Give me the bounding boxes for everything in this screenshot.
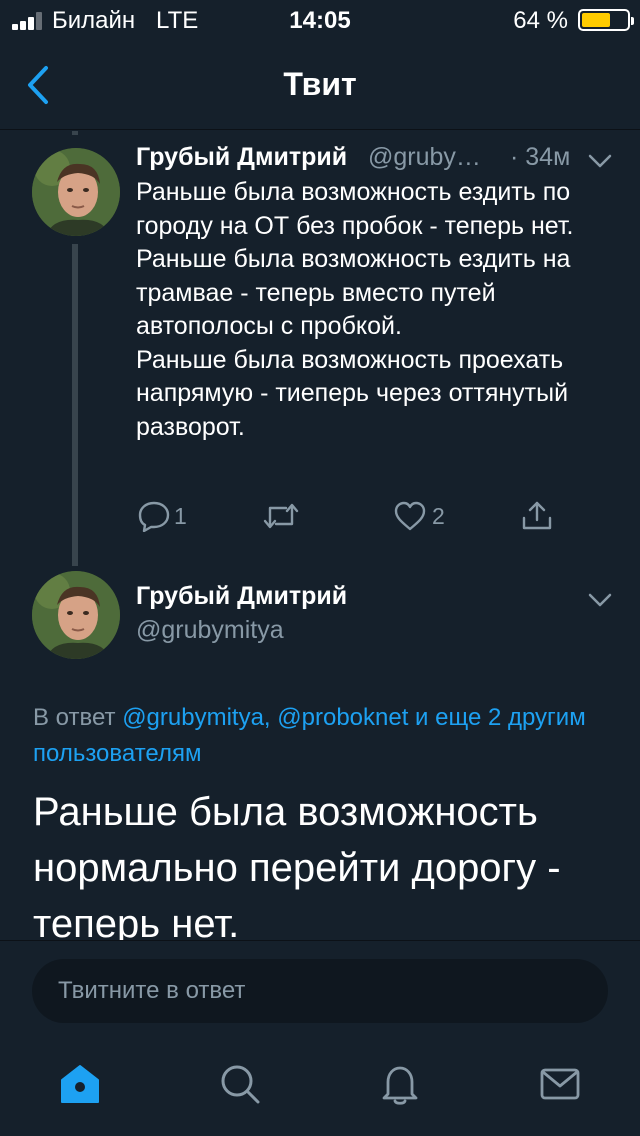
- page-title: Твит: [283, 66, 357, 102]
- battery-percent: 64 %: [513, 7, 568, 34]
- reply-count: 1: [174, 503, 187, 529]
- search-icon[interactable]: [218, 1062, 262, 1106]
- reply-icon[interactable]: [137, 500, 171, 532]
- reply-input[interactable]: [32, 959, 608, 1023]
- nav-bar: Твит: [0, 40, 640, 130]
- tweet-text-line: Раньше была возможность проехать напряму…: [136, 345, 569, 441]
- tweet-text: Раньше была возможность ездить по городу…: [136, 176, 626, 444]
- chevron-down-icon[interactable]: [588, 592, 612, 608]
- share-icon[interactable]: [520, 500, 554, 532]
- tweet-author-name[interactable]: Грубый Дмитрий: [136, 143, 347, 172]
- retweet-icon[interactable]: [262, 500, 300, 532]
- reply-prefix: В ответ: [33, 704, 123, 731]
- tweet-author-handle[interactable]: @gruby…: [368, 143, 481, 172]
- main-tweet-text: Раньше была возможность нормально перейт…: [33, 790, 561, 946]
- battery-icon: [578, 9, 634, 31]
- reply-context: В ответ @grubymitya, @proboknet и еще 2 …: [33, 700, 623, 772]
- thread-line: [72, 131, 78, 135]
- tab-bar: [0, 1040, 640, 1136]
- tweet-timestamp[interactable]: · 34м: [510, 143, 570, 172]
- messages-icon[interactable]: [538, 1062, 582, 1106]
- avatar-photo: [32, 571, 120, 659]
- avatar[interactable]: [32, 571, 120, 659]
- tweet-author-handle[interactable]: @grubymitya: [136, 616, 284, 645]
- avatar[interactable]: [32, 148, 120, 236]
- status-bar: Билайн LTE 14:05 64 %: [0, 0, 640, 40]
- notifications-icon[interactable]: [378, 1062, 422, 1106]
- tweet-text-line: Раньше была возможность ездить по городу…: [136, 178, 574, 240]
- tweet-text-line: Раньше была возможность ездить на трамва…: [136, 245, 571, 340]
- avatar-photo: [32, 148, 120, 236]
- heart-icon[interactable]: [393, 500, 427, 532]
- home-icon[interactable]: [58, 1062, 102, 1106]
- tweet-actions: 1 2: [0, 500, 640, 534]
- like-count: 2: [432, 503, 445, 529]
- reply-bar: [0, 940, 640, 1040]
- tweet-author-name[interactable]: Грубый Дмитрий: [136, 582, 347, 611]
- chevron-down-icon[interactable]: [588, 153, 612, 169]
